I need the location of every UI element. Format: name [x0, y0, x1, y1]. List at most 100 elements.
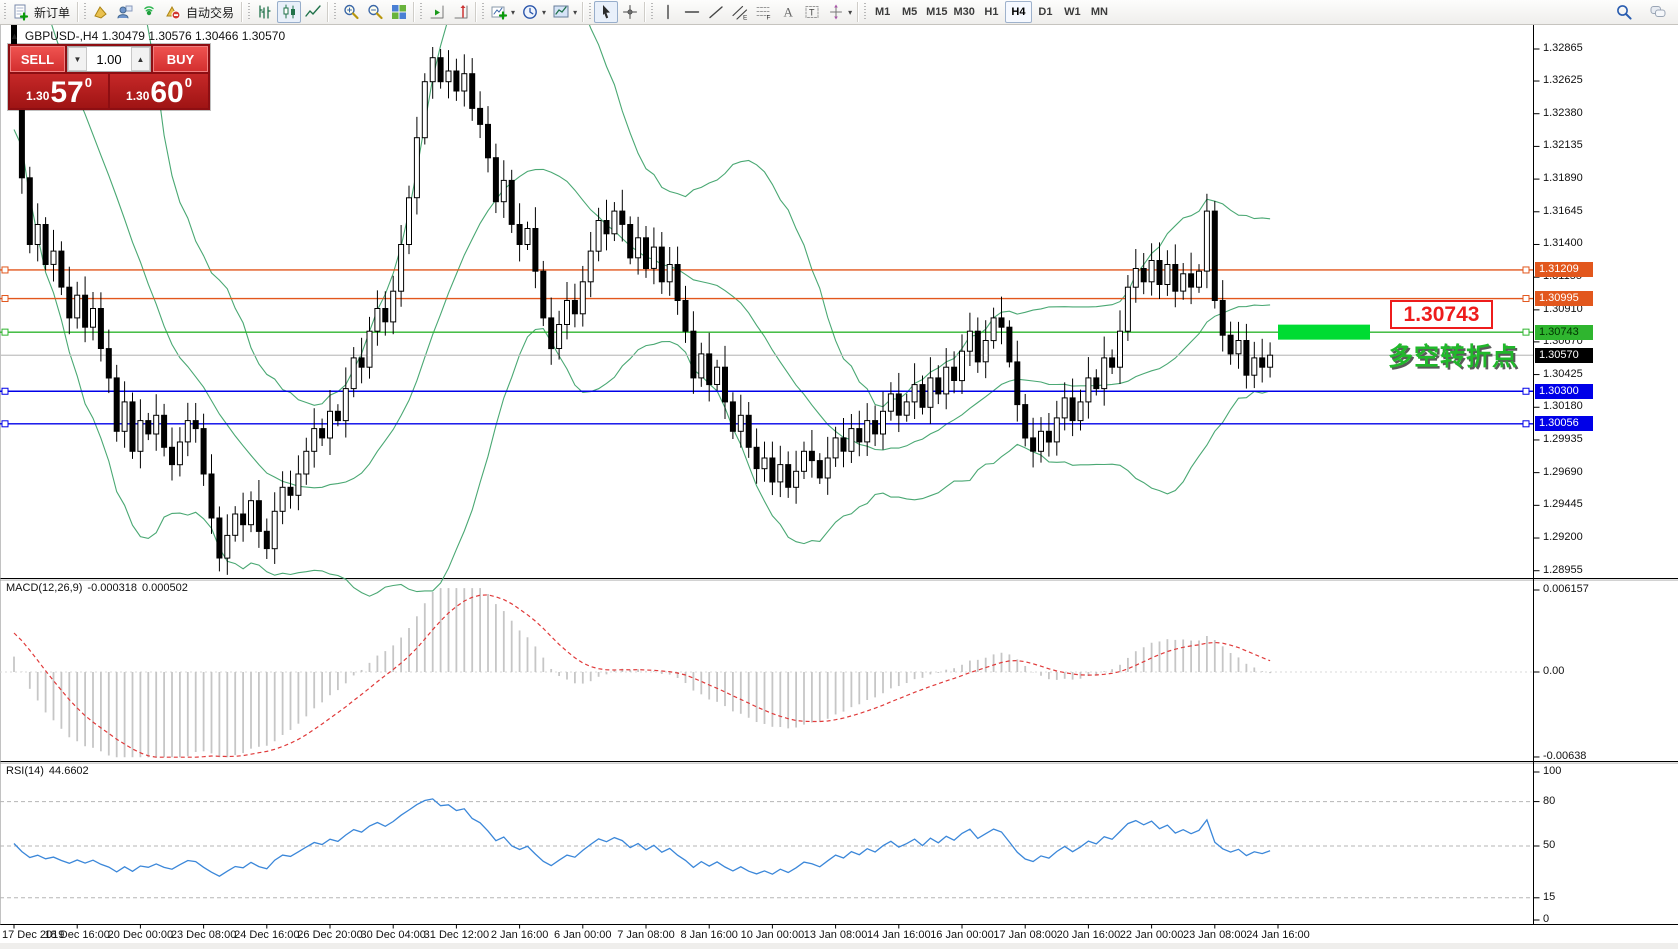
indicators-icon	[490, 3, 508, 21]
macd-axis-tick: 0.006157	[1543, 583, 1589, 595]
price-axis-tick: 1.29445	[1543, 498, 1583, 510]
price-axis-tick: 1.30425	[1543, 368, 1583, 380]
timeframe-button-m5[interactable]: M5	[896, 1, 923, 23]
price-axis-tick: 1.31645	[1543, 205, 1583, 217]
timeframe-button-h1[interactable]: H1	[978, 1, 1005, 23]
text-button[interactable]: A	[776, 1, 800, 23]
macd-axis-tick: -0.00638	[1543, 750, 1586, 762]
volume-input[interactable]	[87, 47, 131, 71]
channel-button[interactable]: E	[728, 1, 752, 23]
horizontal-line-button[interactable]	[680, 1, 704, 23]
volume-decrease-button[interactable]: ▼	[68, 47, 87, 71]
time-axis-label: 20 Jan 16:00	[1057, 929, 1121, 941]
zoom-out-button[interactable]	[363, 1, 387, 23]
time-axis-label: 23 Jan 08:00	[1183, 929, 1247, 941]
toolbar-grip	[82, 3, 87, 21]
market-watch-icon	[116, 3, 134, 21]
current-price-tag: 1.30570	[1535, 348, 1593, 363]
price-axis-tick: 1.32380	[1543, 107, 1583, 119]
time-axis-label: 23 Dec 08:00	[171, 929, 236, 941]
templates-button[interactable]: ▾	[549, 1, 580, 23]
price-axis-tick: 1.32625	[1543, 74, 1583, 86]
shapes-button[interactable]: ▾	[824, 1, 855, 23]
vertical-line-button[interactable]	[656, 1, 680, 23]
annotation-text: 多空转折点	[1388, 337, 1518, 373]
zoom-in-button[interactable]	[339, 1, 363, 23]
text-icon: A	[779, 3, 797, 21]
indicators-button[interactable]: ▾	[487, 1, 518, 23]
crosshair-button[interactable]	[618, 1, 642, 23]
chevron-down-icon[interactable]: ▾	[542, 8, 546, 17]
zoom-out-icon	[366, 3, 384, 21]
volume-increase-button[interactable]: ▲	[131, 47, 150, 71]
market-watch-button[interactable]	[113, 1, 137, 23]
chart-shift-icon	[452, 3, 470, 21]
time-axis-label: 6 Jan 00:00	[554, 929, 612, 941]
collapse-arrow-icon[interactable]: ▲	[10, 31, 19, 41]
timeframe-button-w1[interactable]: W1	[1059, 1, 1086, 23]
price-level-tag: 1.30300	[1535, 384, 1593, 399]
line-chart-button[interactable]	[301, 1, 325, 23]
time-axis-label: 24 Dec 16:00	[234, 929, 299, 941]
toolbar-grip	[246, 3, 251, 21]
chat-icon	[1649, 3, 1667, 21]
crosshair-icon	[621, 3, 639, 21]
chart-canvas[interactable]	[0, 0, 1678, 949]
toolbar-grip	[418, 3, 423, 21]
chart-shift-button[interactable]	[449, 1, 473, 23]
chevron-down-icon[interactable]: ▾	[573, 8, 577, 17]
buy-price-pipette: 0	[185, 75, 192, 90]
candlestick-button[interactable]	[277, 1, 301, 23]
chevron-down-icon[interactable]: ▾	[511, 8, 515, 17]
profiles-button[interactable]	[89, 1, 113, 23]
time-axis-label: 26 Dec 20:00	[297, 929, 362, 941]
text-label-button[interactable]: T	[800, 1, 824, 23]
time-axis-label: 31 Dec 12:00	[424, 929, 489, 941]
timeframe-button-d1[interactable]: D1	[1032, 1, 1059, 23]
auto-scroll-button[interactable]	[425, 1, 449, 23]
rsi-indicator-label: RSI(14)44.6602	[6, 765, 89, 777]
rsi-axis-tick: 15	[1543, 891, 1555, 903]
bar-chart-icon	[256, 3, 274, 21]
time-axis-label: 2 Jan 16:00	[491, 929, 549, 941]
svg-text:A: A	[784, 5, 794, 20]
buy-price-main: 60	[150, 80, 183, 106]
vertical-line-icon	[659, 3, 677, 21]
search-button[interactable]	[1612, 1, 1636, 23]
buy-button[interactable]: BUY	[153, 46, 208, 72]
tile-windows-button[interactable]	[387, 1, 411, 23]
signals-button[interactable]	[137, 1, 161, 23]
volume-control: ▼ ▲	[67, 46, 151, 72]
cursor-icon	[597, 3, 615, 21]
line-chart-icon	[304, 3, 322, 21]
periods-button[interactable]: ▾	[518, 1, 549, 23]
sell-button[interactable]: SELL	[10, 46, 65, 72]
price-level-callout[interactable]: 1.30743	[1390, 300, 1493, 329]
text-label-icon: T	[803, 3, 821, 21]
sell-price-main: 57	[50, 80, 83, 106]
timeframe-button-m15[interactable]: M15	[923, 1, 950, 23]
chevron-down-icon[interactable]: ▾	[848, 8, 852, 17]
new-order-button[interactable]: 新订单	[9, 1, 75, 23]
bar-chart-button[interactable]	[253, 1, 277, 23]
window-bottom-edge	[0, 943, 1678, 949]
timeframe-button-h4[interactable]: H4	[1005, 1, 1032, 23]
trendline-button[interactable]	[704, 1, 728, 23]
window-icons	[1612, 1, 1670, 23]
toolbar-grip	[2, 3, 7, 21]
toolbar-separator	[644, 2, 645, 22]
chat-button[interactable]	[1646, 1, 1670, 23]
timeframe-button-m1[interactable]: M1	[869, 1, 896, 23]
cursor-button[interactable]	[594, 1, 618, 23]
auto-trading-button[interactable]: 自动交易	[161, 1, 239, 23]
timeframe-button-mn[interactable]: MN	[1086, 1, 1113, 23]
signals-icon	[140, 3, 158, 21]
sell-price-display[interactable]: 1.30 57 0	[10, 74, 108, 108]
buy-price-display[interactable]: 1.30 60 0	[110, 74, 208, 108]
time-axis-label: 22 Jan 00:00	[1120, 929, 1184, 941]
candlestick-icon	[280, 3, 298, 21]
fibonacci-button[interactable]: F	[752, 1, 776, 23]
rsi-axis-tick: 0	[1543, 913, 1549, 925]
price-level-tag: 1.30056	[1535, 416, 1593, 431]
timeframe-button-m30[interactable]: M30	[951, 1, 978, 23]
